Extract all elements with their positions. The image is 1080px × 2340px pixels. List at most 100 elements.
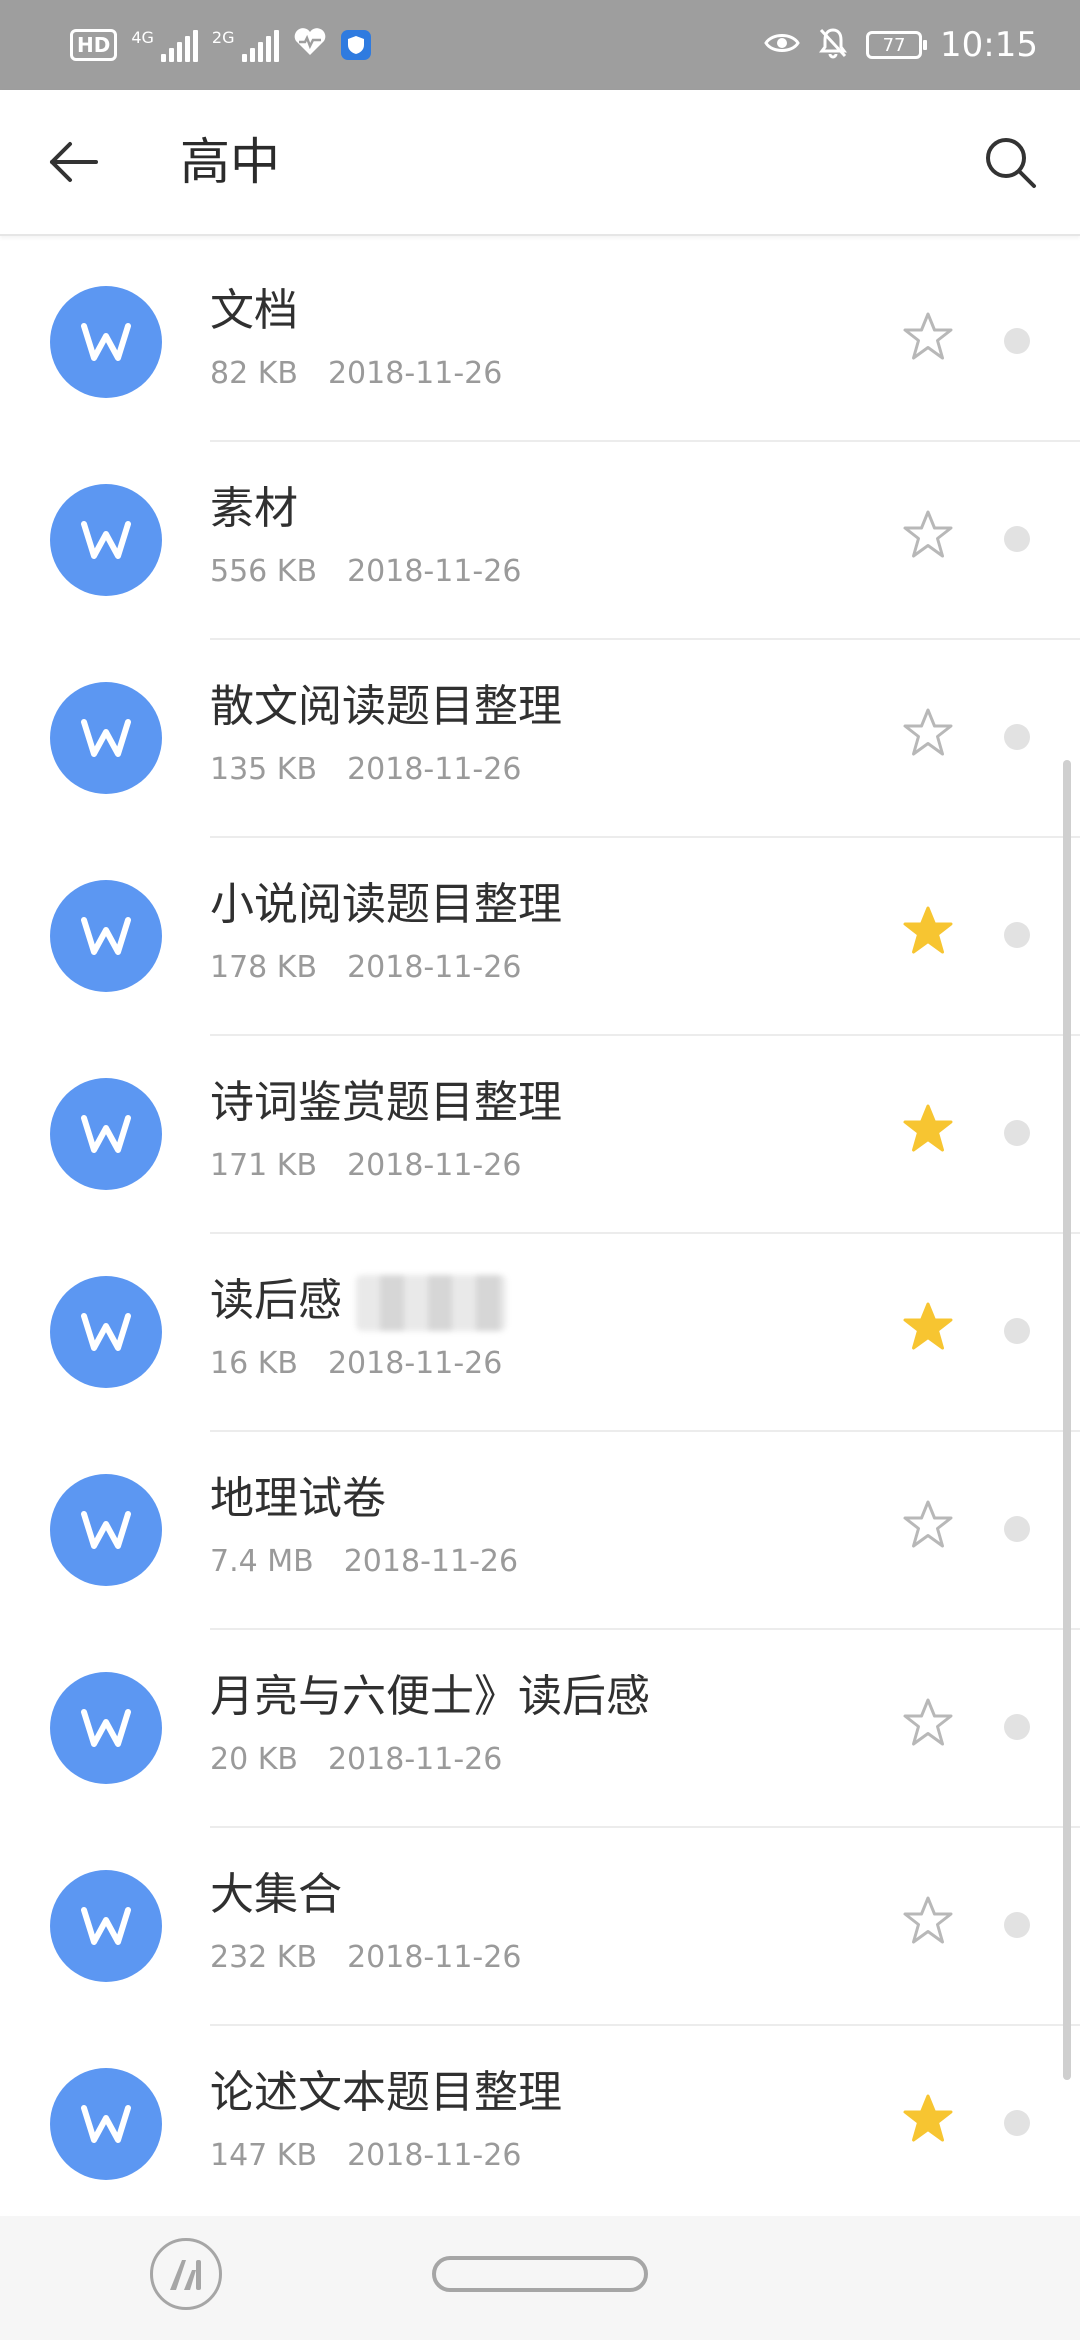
star-filled-icon[interactable]	[900, 2092, 956, 2148]
file-name: 读后感	[210, 1272, 506, 1331]
file-size: 178 KB	[210, 950, 318, 985]
signal-2g-icon: 2G	[212, 28, 279, 62]
status-right-group: 77 10:15	[764, 0, 1038, 90]
file-meta: 178 KB 2018-11-26	[210, 948, 521, 988]
select-radio[interactable]	[1004, 724, 1030, 750]
star-outline-icon[interactable]	[900, 706, 956, 762]
file-list-item[interactable]: 大集合 232 KB 2018-11-26	[0, 1828, 1080, 2026]
select-radio[interactable]	[1004, 1318, 1030, 1344]
arrow-left-icon	[50, 142, 98, 182]
wps-document-icon	[50, 682, 162, 794]
wps-document-icon	[50, 1870, 162, 1982]
file-size: 7.4 MB	[210, 1544, 314, 1579]
file-meta: 171 KB 2018-11-26	[210, 1146, 521, 1186]
file-list-item[interactable]: 素材 556 KB 2018-11-26	[0, 442, 1080, 640]
redacted-text	[356, 1275, 506, 1331]
file-list-item[interactable]: 文档 82 KB 2018-11-26	[0, 244, 1080, 442]
file-date: 2018-11-26	[347, 1148, 522, 1183]
select-radio[interactable]	[1004, 2110, 1030, 2136]
select-radio[interactable]	[1004, 1516, 1030, 1542]
file-date: 2018-11-26	[327, 1742, 503, 1777]
file-list-item[interactable]: 地理试卷 7.4 MB 2018-11-26	[0, 1432, 1080, 1630]
file-meta: 135 KB 2018-11-26	[210, 750, 521, 790]
page-title: 高中	[180, 133, 280, 191]
network-type-2: 2G	[211, 28, 235, 47]
file-date: 2018-11-26	[327, 356, 503, 391]
app-bar: 高中	[0, 90, 1080, 236]
status-clock: 10:15	[940, 25, 1038, 65]
assistant-button[interactable]	[150, 2238, 222, 2310]
file-size: 82 KB	[210, 356, 298, 391]
file-date: 2018-11-26	[347, 752, 522, 787]
signal-4g-icon: 4G	[131, 28, 198, 62]
search-button[interactable]	[980, 132, 1040, 192]
shield-icon	[340, 30, 371, 60]
file-name: 文档	[210, 285, 298, 336]
file-name: 散文阅读题目整理	[210, 681, 562, 732]
assistant-logo-icon	[170, 2260, 201, 2290]
file-date: 2018-11-26	[343, 1544, 519, 1579]
file-meta: 7.4 MB 2018-11-26	[210, 1542, 518, 1582]
file-date: 2018-11-26	[347, 950, 522, 985]
wps-document-icon	[50, 2068, 162, 2180]
battery-level: 77	[882, 34, 906, 56]
network-type-1: 4G	[131, 28, 154, 47]
home-gesture-pill[interactable]	[432, 2256, 648, 2292]
star-outline-icon[interactable]	[900, 1894, 956, 1950]
select-radio[interactable]	[1004, 1120, 1030, 1146]
select-radio[interactable]	[1004, 328, 1030, 354]
status-left-group: HD 4G 2G	[70, 0, 371, 90]
file-list-item[interactable]: 散文阅读题目整理 135 KB 2018-11-26	[0, 640, 1080, 838]
star-outline-icon[interactable]	[900, 508, 956, 564]
file-list-item[interactable]: 读后感 16 KB 2018-11-26	[0, 1234, 1080, 1432]
back-button[interactable]	[44, 132, 104, 192]
star-outline-icon[interactable]	[900, 1498, 956, 1554]
file-name: 小说阅读题目整理	[210, 879, 562, 930]
star-filled-icon[interactable]	[900, 1300, 956, 1356]
star-outline-icon[interactable]	[900, 310, 956, 366]
file-size: 556 KB	[210, 554, 318, 589]
select-radio[interactable]	[1004, 922, 1030, 948]
wps-document-icon	[50, 1672, 162, 1784]
file-list-item[interactable]: 论述文本题目整理 147 KB 2018-11-26	[0, 2026, 1080, 2216]
file-meta: 20 KB 2018-11-26	[210, 1740, 502, 1780]
file-size: 171 KB	[210, 1148, 318, 1183]
file-date: 2018-11-26	[347, 1940, 522, 1975]
wps-document-icon	[50, 484, 162, 596]
star-outline-icon[interactable]	[900, 1696, 956, 1752]
status-bar: HD 4G 2G 77 10:15	[0, 0, 1080, 90]
wps-document-icon	[50, 1474, 162, 1586]
star-filled-icon[interactable]	[900, 1102, 956, 1158]
file-name: 素材	[210, 483, 298, 534]
select-radio[interactable]	[1004, 1912, 1030, 1938]
select-radio[interactable]	[1004, 1714, 1030, 1740]
file-size: 135 KB	[210, 752, 318, 787]
file-meta: 556 KB 2018-11-26	[210, 552, 521, 592]
navigation-bar	[0, 2216, 1080, 2340]
file-meta: 232 KB 2018-11-26	[210, 1938, 521, 1978]
file-size: 147 KB	[210, 2138, 318, 2173]
hd-badge: HD	[70, 29, 118, 61]
file-list[interactable]: 文档 82 KB 2018-11-26 素材 556 KB 2018-11-26 散…	[0, 244, 1080, 2216]
star-filled-icon[interactable]	[900, 904, 956, 960]
file-list-item[interactable]: 小说阅读题目整理 178 KB 2018-11-26	[0, 838, 1080, 1036]
file-name: 大集合	[210, 1869, 342, 1920]
file-date: 2018-11-26	[347, 2138, 522, 2173]
file-list-item[interactable]: 月亮与六便士》读后感 20 KB 2018-11-26	[0, 1630, 1080, 1828]
bell-off-icon	[818, 27, 848, 63]
wps-document-icon	[50, 1276, 162, 1388]
select-radio[interactable]	[1004, 526, 1030, 552]
battery-icon: 77	[866, 31, 928, 59]
wps-document-icon	[50, 1078, 162, 1190]
file-size: 20 KB	[210, 1742, 298, 1777]
file-date: 2018-11-26	[347, 554, 522, 589]
file-size: 232 KB	[210, 1940, 318, 1975]
file-name: 月亮与六便士》读后感	[210, 1671, 650, 1722]
file-list-item[interactable]: 诗词鉴赏题目整理 171 KB 2018-11-26	[0, 1036, 1080, 1234]
health-heart-icon	[293, 27, 327, 63]
search-icon	[986, 138, 1036, 188]
file-size: 16 KB	[210, 1346, 298, 1381]
wps-document-icon	[50, 880, 162, 992]
file-meta: 82 KB 2018-11-26	[210, 354, 502, 394]
scrollbar[interactable]	[1063, 760, 1071, 2080]
